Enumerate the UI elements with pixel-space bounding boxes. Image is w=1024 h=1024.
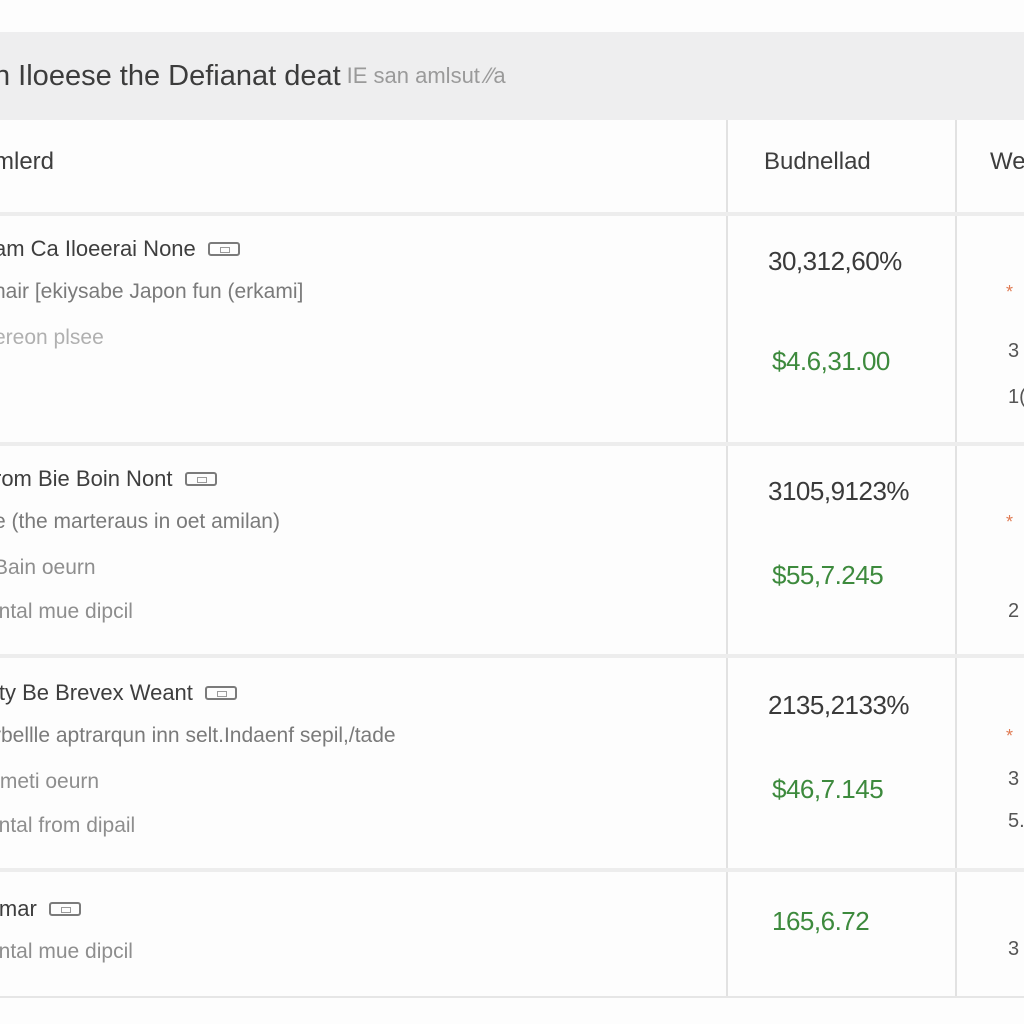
row-amount: 165,6.72 [772, 906, 870, 936]
row-amount: $46,7.145 [772, 774, 884, 804]
tag-icon[interactable] [48, 902, 81, 916]
page-title: n Iloeese the Defianat deat [0, 59, 341, 92]
column-header-name[interactable]: mlerd [0, 148, 54, 176]
row-percent: 30,312,60% [768, 246, 902, 276]
data-table: mlerd Budnellad We am Ca Iloeerai None n… [0, 120, 1024, 998]
row-side-value: 3 [1008, 938, 1020, 960]
row-detail: Bain oeurn [0, 556, 96, 579]
row-percent: 2135,2133% [768, 690, 910, 720]
column-header-extra[interactable]: We [990, 148, 1024, 176]
star-icon: * [1006, 512, 1014, 532]
row-amount: $4.6,31.00 [772, 346, 890, 376]
row-detail: intal from dipail [0, 814, 136, 837]
star-icon: * [1006, 726, 1014, 746]
star-icon: * [1006, 282, 1014, 302]
page: n Iloeese the Defianat deat IE san amlsu… [0, 0, 1024, 1024]
row-detail: Imeti oeurn [0, 770, 100, 793]
row-description: e (the marteraus in oet amilan) [0, 510, 280, 533]
row-amount: $55,7.245 [772, 560, 884, 590]
row-title-text: rom Bie Boin Nont [0, 466, 173, 491]
row-side-value: 5. [1008, 810, 1024, 832]
table-row[interactable]: am Ca Iloeerai None nair [ekiysabe Japon… [0, 216, 1024, 446]
table-header-row: mlerd Budnellad We [0, 120, 1024, 216]
row-side-value: 3 [1008, 768, 1020, 790]
page-title-tail: IE san amlsut ⁄⁄a [346, 63, 506, 88]
row-detail: intal mue dipcil [0, 600, 133, 623]
table-row[interactable]: rom Bie Boin Nont e (the marteraus in oe… [0, 446, 1024, 658]
row-description: rbellle aptrarqun inn selt.Indaenf sepil… [0, 724, 396, 747]
row-title: rom Bie Boin Nont [0, 466, 217, 492]
row-title-text: imar [0, 896, 37, 921]
row-detail: ereon plsee [0, 326, 104, 349]
row-percent: 3105,9123% [768, 476, 910, 506]
row-title-text: am Ca Iloeerai None [0, 236, 196, 261]
tag-icon[interactable] [204, 686, 237, 700]
row-side-value: 3 [1008, 340, 1020, 362]
title-bar: n Iloeese the Defianat deat IE san amlsu… [0, 32, 1024, 120]
row-detail: intal mue dipcil [0, 940, 133, 963]
tag-icon[interactable] [207, 242, 240, 256]
table-row[interactable]: imar intal mue dipcil 165,6.72 3 [0, 872, 1024, 996]
table-row[interactable]: ity Be Brevex Weant rbellle aptrarqun in… [0, 658, 1024, 872]
row-title: ity Be Brevex Weant [0, 680, 237, 706]
row-title-text: ity Be Brevex Weant [0, 680, 193, 705]
row-title: imar [0, 896, 81, 922]
row-description: nair [ekiysabe Japon fun (erkami] [0, 280, 304, 303]
row-side-value: 1( [1008, 386, 1024, 408]
row-side-value: 2 [1008, 600, 1020, 622]
tag-icon[interactable] [184, 472, 217, 486]
column-header-budget[interactable]: Budnellad [764, 148, 871, 176]
row-title: am Ca Iloeerai None [0, 236, 240, 262]
